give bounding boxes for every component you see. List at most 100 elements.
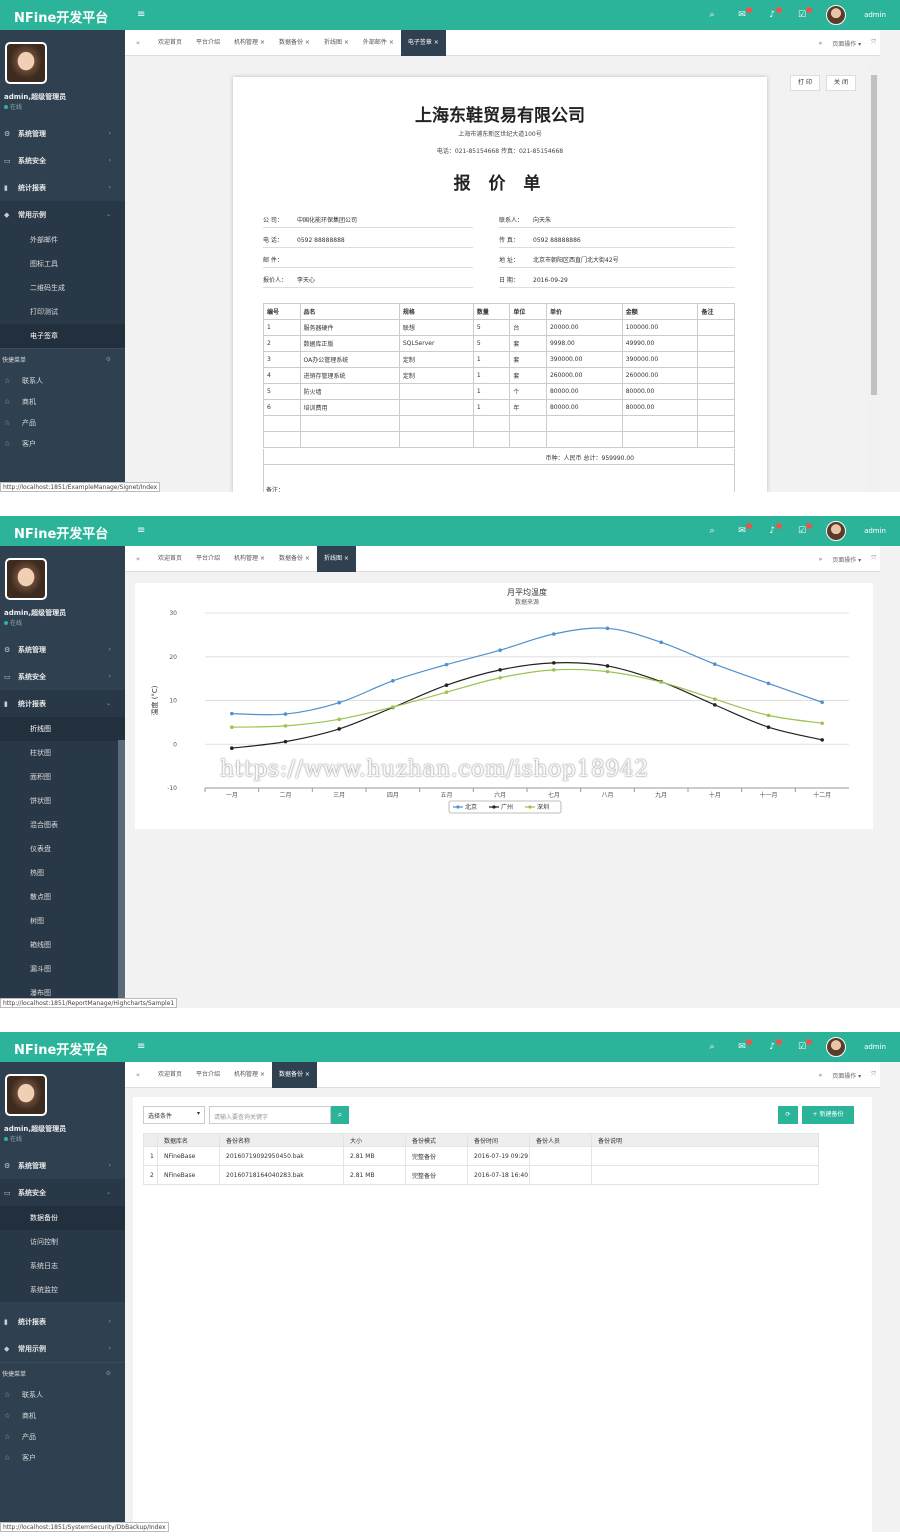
shortcut-product[interactable]: ☆ 产品 <box>0 1426 125 1447</box>
bell-icon[interactable]: ♪ <box>766 7 783 20</box>
task-icon[interactable]: ☑ <box>796 1039 813 1052</box>
nav-sys-manage[interactable]: ⚙ 系统管理 › <box>0 120 125 147</box>
menu-toggle-icon[interactable]: ≡ <box>137 9 145 20</box>
shortcut-opportunity[interactable]: ☆ 商机 <box>0 1405 125 1426</box>
app-logo[interactable]: NFine开发平台 <box>14 1039 108 1058</box>
sub-tree[interactable]: 树图 <box>0 909 125 933</box>
app-logo[interactable]: NFine开发平台 <box>14 523 108 542</box>
tab-welcome[interactable]: 欢迎首页 <box>151 30 189 56</box>
user-avatar[interactable] <box>826 5 847 25</box>
tab-line-chart[interactable]: 折线图 × <box>317 30 356 56</box>
bell-icon[interactable]: ♪ <box>766 523 783 536</box>
nav-sys-manage[interactable]: ⚙ 系统管理 › <box>0 636 125 663</box>
menu-toggle-icon[interactable]: ≡ <box>137 1041 145 1052</box>
tab-next-icon[interactable]: » <box>819 556 823 563</box>
print-button[interactable]: 打 印 <box>790 75 820 91</box>
sub-db-backup[interactable]: 数据备份 <box>0 1206 125 1230</box>
sub-heatmap[interactable]: 热图 <box>0 861 125 885</box>
gear-icon[interactable]: ⚙ <box>106 1370 111 1377</box>
menu-toggle-icon[interactable]: ≡ <box>137 525 145 536</box>
table-row[interactable]: 1 NFineBase 20160719092950450.bak 2.81 MB 完整… <box>143 1146 819 1166</box>
new-backup-button[interactable]: + 新建备份 <box>802 1106 854 1124</box>
nav-sys-security[interactable]: ▭ 系统安全 › <box>0 147 125 174</box>
search-input[interactable]: 请输入要查询关键字 <box>209 1106 331 1124</box>
tab-backup[interactable]: 数据备份 × <box>272 546 317 572</box>
tab-intro[interactable]: 平台介绍 <box>189 30 227 56</box>
tab-backup[interactable]: 数据备份 × <box>272 30 317 56</box>
sub-print-test[interactable]: 打印测试 <box>0 300 125 324</box>
nav-common-examples[interactable]: ◆ 常用示例 ⌄ <box>0 201 125 228</box>
nav-sys-security[interactable]: ▭ 系统安全 ⌄ <box>0 1179 125 1206</box>
tab-org[interactable]: 机构管理 × <box>227 546 272 572</box>
profile-avatar[interactable] <box>5 558 47 600</box>
shortcut-product[interactable]: ☆ 产品 <box>0 412 125 433</box>
tab-welcome[interactable]: 欢迎首页 <box>151 546 189 572</box>
sub-access-control[interactable]: 访问控制 <box>0 1230 125 1254</box>
sub-line-chart[interactable]: 折线图 <box>0 717 125 741</box>
fullscreen-icon[interactable]: ⤧ <box>871 1071 876 1079</box>
profile-avatar[interactable] <box>5 1074 47 1116</box>
sub-mixed-chart[interactable]: 混合图表 <box>0 813 125 837</box>
shortcut-customer[interactable]: ☆ 客户 <box>0 433 125 454</box>
sub-scatter[interactable]: 散点图 <box>0 885 125 909</box>
search-icon[interactable]: ⌕ <box>706 1042 718 1052</box>
fullscreen-icon[interactable]: ⤧ <box>871 555 876 563</box>
sub-system-monitor[interactable]: 系统监控 <box>0 1278 125 1302</box>
search-icon[interactable]: ⌕ <box>706 10 718 20</box>
sub-pie-chart[interactable]: 饼状图 <box>0 789 125 813</box>
message-icon[interactable]: ✉ <box>736 1039 753 1052</box>
shortcut-contacts[interactable]: ☆ 联系人 <box>0 370 125 391</box>
fullscreen-icon[interactable]: ⤧ <box>871 39 876 47</box>
tab-intro[interactable]: 平台介绍 <box>189 546 227 572</box>
user-avatar[interactable] <box>826 521 847 541</box>
message-icon[interactable]: ✉ <box>736 7 753 20</box>
tab-org[interactable]: 机构管理 × <box>227 30 272 56</box>
nav-stat-report[interactable]: ▮ 统计报表 › <box>0 174 125 201</box>
gear-icon[interactable]: ⚙ <box>106 356 111 363</box>
search-button[interactable]: ⌕ <box>331 1106 349 1124</box>
page-ops-menu[interactable]: 页面操作 ▾ <box>832 1071 861 1080</box>
shortcut-contacts[interactable]: ☆ 联系人 <box>0 1384 125 1405</box>
nav-sys-security[interactable]: ▭ 系统安全 › <box>0 663 125 690</box>
tab-next-icon[interactable]: » <box>819 1072 823 1079</box>
bell-icon[interactable]: ♪ <box>766 1039 783 1052</box>
user-name[interactable]: admin <box>864 527 886 535</box>
task-icon[interactable]: ☑ <box>796 523 813 536</box>
page-ops-menu[interactable]: 页面操作 ▾ <box>832 39 861 48</box>
sub-area-chart[interactable]: 面积图 <box>0 765 125 789</box>
tab-prev-icon[interactable]: « <box>125 555 151 563</box>
sub-column-chart[interactable]: 柱状图 <box>0 741 125 765</box>
shortcut-opportunity[interactable]: ☆ 商机 <box>0 391 125 412</box>
tab-intro[interactable]: 平台介绍 <box>189 1062 227 1088</box>
tab-mail[interactable]: 外部邮件 × <box>356 30 401 56</box>
refresh-button[interactable]: ⟳ <box>778 1106 798 1124</box>
tab-signature[interactable]: 电子签章 × <box>400 29 446 56</box>
condition-select[interactable]: 选择条件 ▾ <box>143 1106 205 1124</box>
tab-welcome[interactable]: 欢迎首页 <box>151 1062 189 1088</box>
nav-stat-report[interactable]: ▮ 统计报表 ⌄ <box>0 690 125 717</box>
sub-funnel[interactable]: 漏斗图 <box>0 957 125 981</box>
tab-line-chart[interactable]: 折线图 × <box>316 545 356 572</box>
content-scrollbar[interactable] <box>868 57 880 492</box>
tab-prev-icon[interactable]: « <box>125 39 151 47</box>
tab-next-icon[interactable]: » <box>819 40 823 47</box>
shortcut-customer[interactable]: ☆ 客户 <box>0 1447 125 1468</box>
tab-backup[interactable]: 数据备份 × <box>271 1061 317 1088</box>
table-row[interactable]: 2 NFineBase 20160718164040283.bak 2.81 MB 完整… <box>143 1165 819 1185</box>
nav-common-examples[interactable]: ◆ 常用示例 › <box>0 1335 125 1362</box>
task-icon[interactable]: ☑ <box>796 7 813 20</box>
message-icon[interactable]: ✉ <box>736 523 753 536</box>
sub-qrcode[interactable]: 二维码生成 <box>0 276 125 300</box>
close-button[interactable]: 关 闭 <box>826 75 856 91</box>
user-name[interactable]: admin <box>864 1043 886 1051</box>
sub-e-signature[interactable]: 电子签章 <box>0 324 125 348</box>
sub-icon-tool[interactable]: 图标工具 <box>0 252 125 276</box>
tab-org[interactable]: 机构管理 × <box>227 1062 272 1088</box>
page-ops-menu[interactable]: 页面操作 ▾ <box>832 555 861 564</box>
tab-prev-icon[interactable]: « <box>125 1071 151 1079</box>
sub-external-mail[interactable]: 外部邮件 <box>0 228 125 252</box>
sidebar-scrollbar[interactable] <box>118 740 125 1008</box>
app-logo[interactable]: NFine开发平台 <box>14 7 108 26</box>
user-name[interactable]: admin <box>864 11 886 19</box>
nav-sys-manage[interactable]: ⚙ 系统管理 › <box>0 1152 125 1179</box>
